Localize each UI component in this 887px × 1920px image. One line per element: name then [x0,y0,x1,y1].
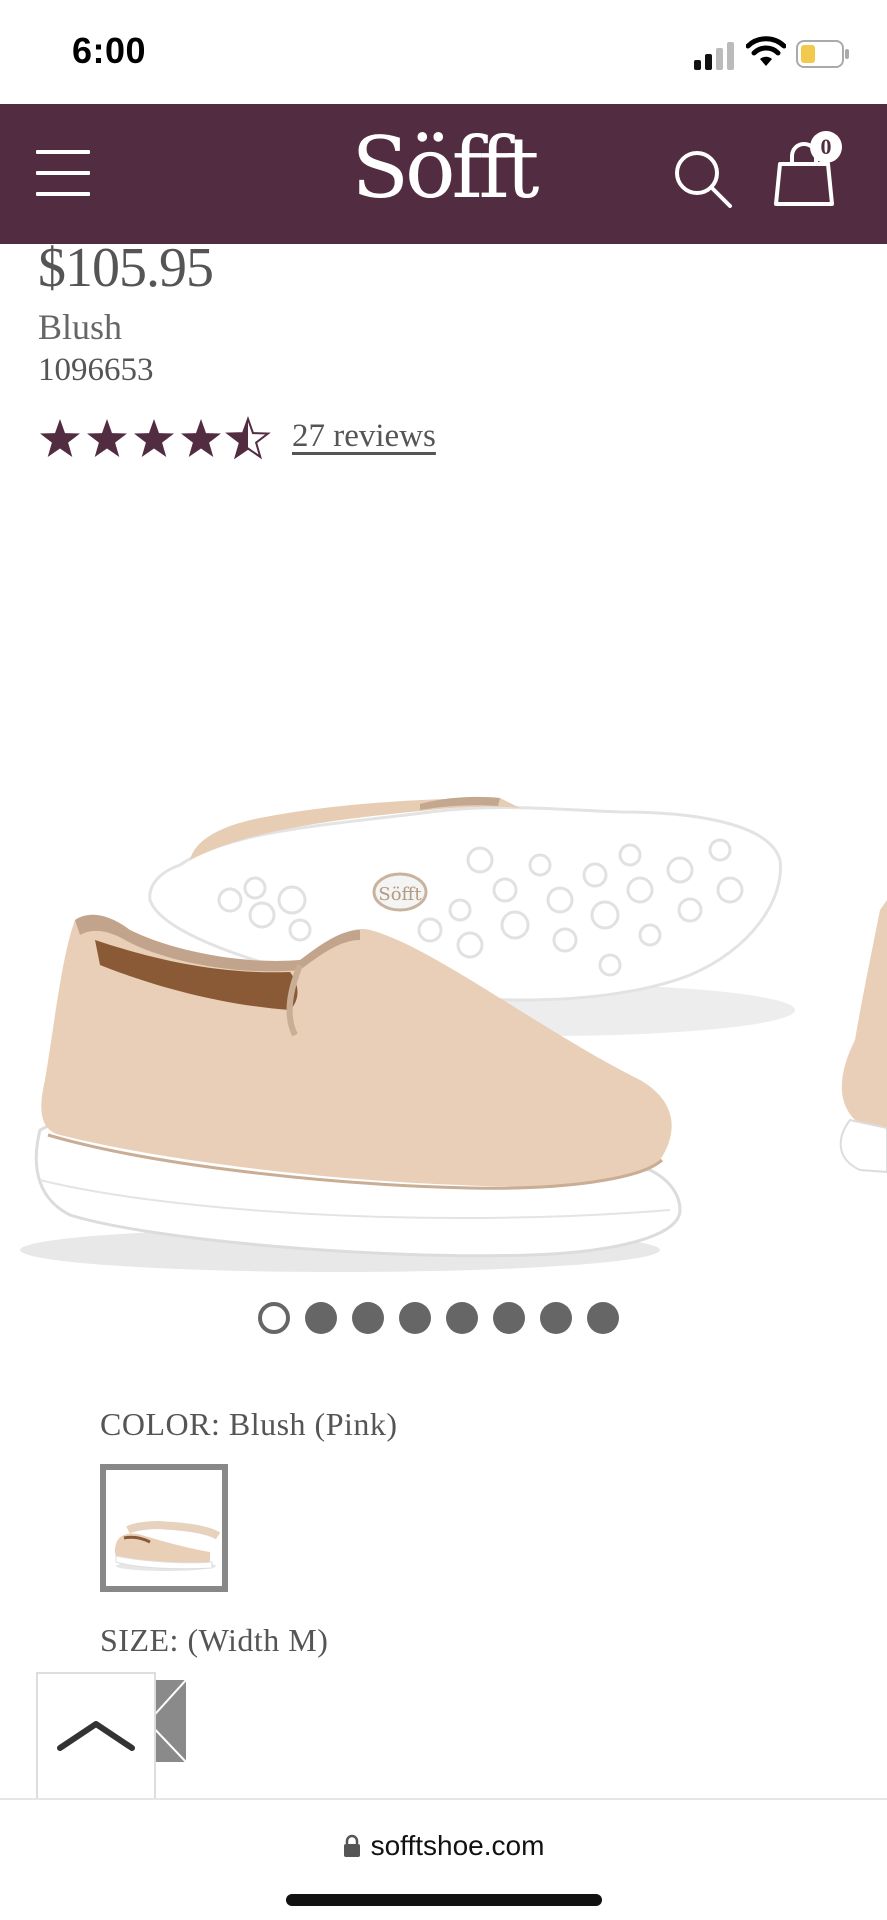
star-rating [40,416,271,460]
carousel-dot[interactable] [399,1302,431,1334]
star-full-icon [87,419,127,457]
color-swatch-blush[interactable] [100,1464,228,1592]
carousel-dot[interactable] [540,1302,572,1334]
cart-count-badge: 0 [810,131,842,163]
search-icon[interactable] [672,148,734,210]
carousel-dot[interactable] [446,1302,478,1334]
star-full-icon [40,419,80,457]
product-sku: 1096653 [38,352,154,388]
color-label: COLOR: Blush (Pink) [100,1406,398,1442]
home-indicator[interactable] [286,1894,602,1906]
reviews-link[interactable]: 27 reviews [292,418,436,455]
star-full-icon [134,419,174,457]
carousel-dot[interactable] [352,1302,384,1334]
size-label: SIZE: (Width M) [100,1622,329,1658]
swatch-shoe-thumbnail [114,1520,221,1571]
product-price: $105.95 [38,237,214,299]
sole-logo-text: Söfft [378,884,422,905]
carousel-dot[interactable] [258,1302,290,1334]
url-display[interactable]: sofftshoe.com [0,1830,887,1862]
carousel-dots [258,1302,638,1338]
star-full-icon [181,419,221,457]
product-color-name: Blush [38,307,123,347]
carousel-dot[interactable] [587,1302,619,1334]
star-half-icon [225,416,271,460]
product-image[interactable]: Söfft [0,740,887,1280]
chevron-up-icon [57,1721,135,1751]
battery-icon [796,40,849,68]
hamburger-icon[interactable] [36,148,90,198]
wifi-icon [746,36,786,66]
url-text: sofftshoe.com [370,1830,545,1861]
lock-icon [343,1834,360,1857]
carousel-dot[interactable] [493,1302,525,1334]
carousel-dot[interactable] [305,1302,337,1334]
sofft-logo[interactable]: Söfft [300,118,587,218]
cellular-signal-icon [694,38,736,70]
status-time: 6:00 [72,30,147,71]
back-to-top-button[interactable] [36,1672,156,1802]
status-bar: 6:00 [0,0,887,104]
site-header: Söfft [0,104,887,244]
browser-url-bar: sofftshoe.com [0,1798,887,1920]
